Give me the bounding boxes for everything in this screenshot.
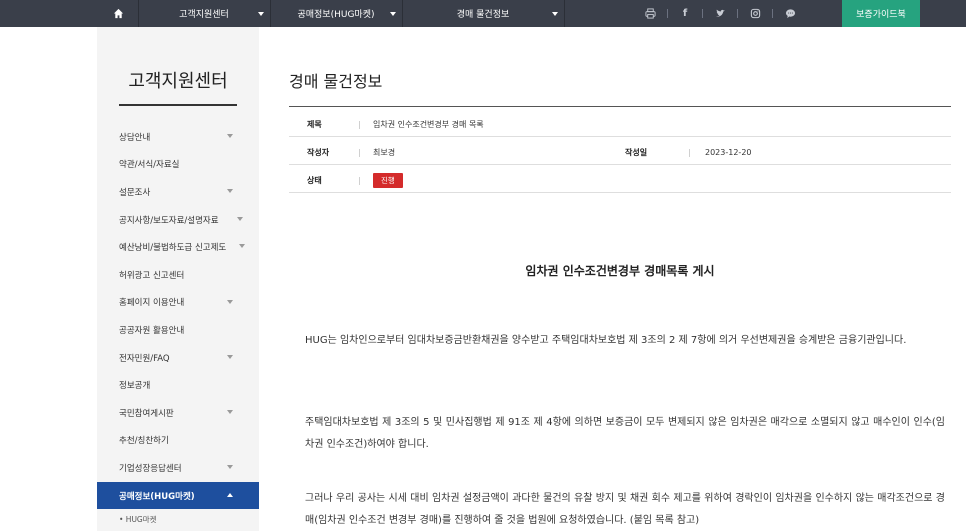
chevron-down-icon	[390, 12, 396, 16]
share-icons: f	[640, 0, 800, 27]
menu-label: 공매정보(HUG마켓)	[297, 10, 375, 20]
sidebar-item-label: 허위광고 신고센터	[119, 270, 185, 281]
sidebar-item-label: 설문조사	[119, 187, 151, 198]
field-divider	[689, 149, 690, 157]
field-divider	[359, 177, 360, 185]
chevron-down-icon	[552, 12, 558, 16]
content-paragraph: HUG는 임차인으로부터 임대차보증금반환채권을 양수받고 주택임대차보호법 제…	[305, 335, 907, 346]
page-title: 경매 물건정보	[289, 72, 383, 91]
chevron-down-icon	[227, 465, 233, 470]
sidebar-item-business-growth[interactable]: 기업성장응답센터	[97, 454, 259, 482]
menu-customer-center[interactable]: 고객지원센터	[138, 0, 270, 27]
sidebar-item-e-petition-faq[interactable]: 전자민원/FAQ	[97, 344, 259, 372]
chevron-up-icon	[227, 492, 233, 497]
sidebar-item-label: 공공자원 활용안내	[119, 325, 185, 336]
sidebar-item-label: 기업성장응답센터	[119, 463, 182, 474]
print-icon[interactable]	[640, 0, 660, 27]
sidebar-item-homepage-guide[interactable]: 홈페이지 이용안내	[97, 289, 259, 317]
top-navigation-bar: 고객지원센터 공매정보(HUG마켓) 경매 물건정보 f 보증가이드북	[0, 0, 966, 27]
date-value: 2023-12-20	[705, 148, 752, 157]
subject-label: 제목	[307, 120, 322, 129]
chevron-down-icon	[258, 12, 264, 16]
chevron-down-icon	[227, 189, 233, 194]
icon-divider	[667, 9, 668, 18]
subject-value: 임차권 인수조건변경부 경매 목록	[373, 120, 484, 129]
sidebar-item-notices[interactable]: 공지사항/보도자료/설명자료	[97, 206, 259, 234]
facebook-icon[interactable]: f	[675, 0, 695, 27]
sidebar-item-public-resources[interactable]: 공공자원 활용안내	[97, 316, 259, 344]
sidebar-item-survey[interactable]: 설문조사	[97, 178, 259, 206]
author-label: 작성자	[307, 148, 330, 157]
sidebar-item-label: 공지사항/보도자료/설명자료	[119, 215, 219, 226]
sidebar-item-label: 공매정보(HUG마켓)	[119, 491, 195, 502]
field-divider	[359, 121, 360, 129]
sidebar-item-hug-market[interactable]: 공매정보(HUG마켓)	[97, 481, 259, 510]
chevron-down-icon	[227, 299, 233, 304]
menu-label: 경매 물건정보	[456, 10, 510, 20]
status-row: 상태 진행	[289, 168, 951, 193]
author-value: 최보경	[373, 148, 396, 157]
author-row: 작성자 최보경 작성일 2023-12-20	[289, 140, 951, 165]
sidebar-subitem-hug-market[interactable]: • HUG마켓	[97, 509, 259, 530]
chevron-down-icon	[227, 354, 233, 359]
sidebar-item-participation-board[interactable]: 국민참여게시판	[97, 399, 259, 427]
sidebar-subitem-label: • HUG마켓	[119, 514, 157, 524]
field-divider	[359, 149, 360, 157]
sidebar-item-label: 전자민원/FAQ	[119, 353, 170, 364]
sidebar-item-label: 약관/서식/자료실	[119, 160, 180, 171]
menu-hug-market[interactable]: 공매정보(HUG마켓)	[270, 0, 402, 27]
subject-row: 제목 임차권 인수조건변경부 경매 목록	[289, 112, 951, 137]
chevron-down-icon	[239, 244, 245, 249]
sidebar-item-terms-forms[interactable]: 약관/서식/자료실	[97, 151, 259, 179]
content-paragraph: 주택임대차보호법 제 3조의 5 및 민사집행법 제 91조 제 4항에 의하면…	[305, 417, 945, 450]
sidebar-item-info-disclosure[interactable]: 정보공개	[97, 371, 259, 399]
content-paragraph: 그러나 우리 공사는 시세 대비 임차권 설정금액이 과다한 물건의 유찰 방지…	[305, 493, 945, 526]
guidebook-button[interactable]: 보증가이드북	[842, 0, 920, 27]
sidebar-item-label: 추천/칭찬하기	[119, 436, 169, 447]
status-value: 진행	[373, 168, 403, 193]
chevron-down-icon	[227, 134, 233, 138]
sidebar-item-label: 예산낭비/불법하도급 신고제도	[119, 243, 227, 254]
status-badge: 진행	[373, 173, 403, 188]
sidebar: 고객지원센터 상담안내 약관/서식/자료실 설문조사 공지사항/보도자료/설명자…	[97, 27, 259, 531]
icon-divider	[772, 9, 773, 18]
icon-divider	[737, 9, 738, 18]
sidebar-item-recommend-praise[interactable]: 추천/칭찬하기	[97, 427, 259, 455]
chevron-down-icon	[237, 216, 243, 221]
sidebar-title: 고객지원센터	[128, 71, 228, 92]
sidebar-item-false-ad-report[interactable]: 허위광고 신고센터	[97, 261, 259, 289]
status-label: 상태	[307, 176, 322, 185]
menu-divider	[564, 0, 565, 27]
home-icon	[113, 8, 123, 19]
icon-divider	[702, 9, 703, 18]
sidebar-item-label: 홈페이지 이용안내	[119, 298, 185, 309]
twitter-icon[interactable]	[710, 0, 730, 27]
sidebar-item-label: 정보공개	[119, 381, 151, 392]
sidebar-item-consultation[interactable]: 상담안내	[97, 123, 259, 151]
menu-auction-info[interactable]: 경매 물건정보	[402, 0, 564, 27]
home-button[interactable]	[98, 0, 138, 27]
title-divider	[289, 106, 951, 107]
chat-icon[interactable]	[780, 0, 800, 27]
menu-label: 고객지원센터	[179, 10, 229, 20]
date-label: 작성일	[625, 148, 648, 157]
sidebar-title-divider	[119, 104, 237, 106]
instagram-icon[interactable]	[745, 0, 765, 27]
sidebar-item-label: 국민참여게시판	[119, 408, 174, 419]
sidebar-menu: 상담안내 약관/서식/자료실 설문조사 공지사항/보도자료/설명자료 예산낭비/…	[97, 123, 259, 530]
content-heading: 임차권 인수조건변경부 경매목록 게시	[525, 264, 715, 278]
chevron-down-icon	[227, 409, 233, 414]
sidebar-item-budget-report[interactable]: 예산낭비/불법하도급 신고제도	[97, 233, 259, 261]
sidebar-item-label: 상담안내	[119, 132, 151, 143]
